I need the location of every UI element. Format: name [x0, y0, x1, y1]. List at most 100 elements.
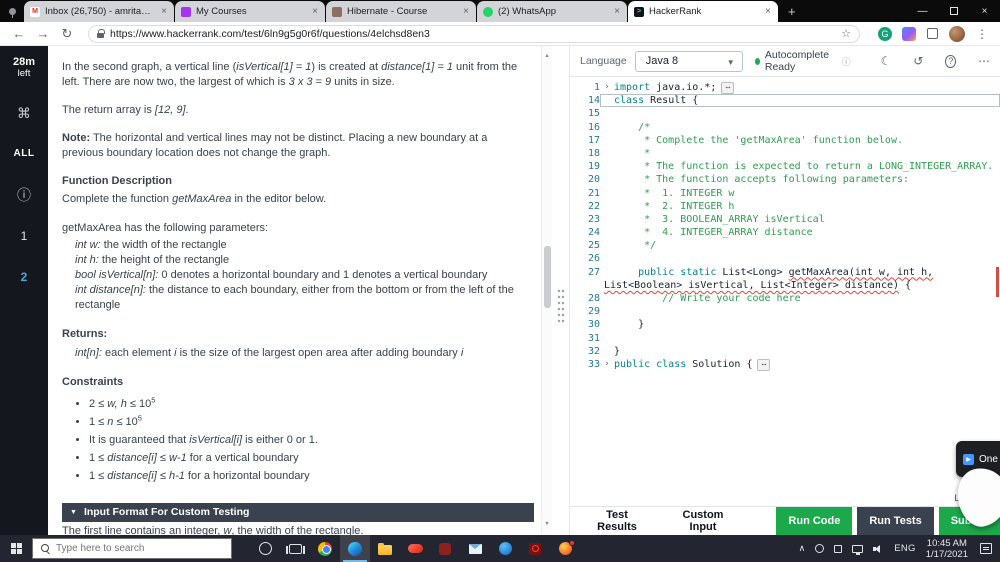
- reset-code-icon[interactable]: ↺: [913, 54, 923, 68]
- scroll-up-icon[interactable]: ▲: [542, 49, 552, 64]
- question-scrollbar[interactable]: ▲ ▼: [541, 46, 552, 535]
- app-orange-taskbar-button[interactable]: [550, 535, 580, 562]
- tab-close-icon[interactable]: ×: [311, 6, 319, 17]
- code-line[interactable]: 24 * 4. INTEGER_ARRAY distance: [570, 226, 1000, 239]
- code-line[interactable]: 32}: [570, 345, 1000, 358]
- code-line[interactable]: 25 */: [570, 239, 1000, 252]
- tray-icon-1[interactable]: [815, 544, 825, 553]
- profile-avatar[interactable]: [949, 25, 965, 42]
- forward-button[interactable]: →: [32, 26, 54, 41]
- info-icon[interactable]: ⓘ: [842, 55, 851, 68]
- browser-tab[interactable]: (2) WhatsApp ×: [477, 1, 627, 22]
- app-red-oval-taskbar-button[interactable]: [400, 535, 430, 562]
- back-button[interactable]: ←: [8, 26, 30, 41]
- browser-tab[interactable]: My Courses ×: [175, 1, 325, 22]
- new-tab-button[interactable]: +: [788, 4, 796, 19]
- code-line[interactable]: 22 * 2. INTEGER h: [570, 200, 1000, 213]
- app-blue-taskbar-button[interactable]: [490, 535, 520, 562]
- close-window-button[interactable]: ×: [969, 0, 1000, 22]
- browser-tab[interactable]: Hibernate - Course ×: [326, 1, 476, 22]
- run-tests-button[interactable]: Run Tests: [857, 507, 934, 535]
- minimize-button[interactable]: —: [907, 0, 938, 22]
- maximize-button[interactable]: [938, 0, 969, 22]
- scroll-down-icon[interactable]: ▼: [542, 517, 552, 532]
- taskbar-clock[interactable]: 10:45 AM 1/17/2021: [926, 538, 968, 560]
- panel-divider[interactable]: [552, 46, 570, 535]
- code-line[interactable]: 20 * The function accepts following para…: [570, 173, 1000, 186]
- tab-close-icon[interactable]: ×: [613, 6, 621, 17]
- search-input[interactable]: [56, 543, 206, 554]
- tab-custom-input[interactable]: Custom Input: [672, 507, 734, 535]
- fold-gutter: [600, 266, 614, 279]
- code-line[interactable]: 28 // Write your code here: [570, 292, 1000, 305]
- code-line[interactable]: 26: [570, 252, 1000, 265]
- tray-expand-icon[interactable]: ∧: [799, 543, 806, 554]
- code-line[interactable]: 15: [570, 107, 1000, 120]
- taskbar-search[interactable]: [32, 538, 232, 559]
- url-text[interactable]: https://www.hackerrank.com/test/6ln9g5g0…: [110, 28, 835, 40]
- action-center-icon[interactable]: [980, 543, 992, 554]
- task-view-taskbar-button[interactable]: [280, 535, 310, 562]
- info-icon[interactable]: ⓘ: [17, 188, 31, 202]
- code-line[interactable]: 16 /*: [570, 121, 1000, 134]
- code-line[interactable]: 33 › public class Solution {⋯: [570, 358, 1000, 371]
- fold-collapsed-icon[interactable]: ›: [600, 358, 614, 371]
- tab-test-results[interactable]: Test Results: [586, 507, 648, 535]
- code-line[interactable]: 21 * 1. INTEGER w: [570, 187, 1000, 200]
- question-2-button[interactable]: 2: [21, 270, 28, 284]
- line-number: 29: [587, 306, 600, 318]
- refresh-button[interactable]: ↻: [56, 26, 78, 42]
- divider-drag-handle[interactable]: [557, 288, 565, 324]
- tray-icon-2[interactable]: [834, 544, 843, 553]
- dark-mode-icon[interactable]: ☾: [881, 54, 892, 68]
- scrollbar-thumb[interactable]: [544, 246, 551, 308]
- code-line[interactable]: 29: [570, 305, 1000, 318]
- bookmark-star-icon[interactable]: ☆: [841, 27, 851, 40]
- help-icon[interactable]: ?: [945, 54, 956, 68]
- code-line[interactable]: 23 * 3. BOOLEAN_ARRAY isVertical: [570, 213, 1000, 226]
- keyboard-shortcuts-icon[interactable]: ⌘: [17, 106, 31, 120]
- code-line[interactable]: 19 * The function is expected to return …: [570, 160, 1000, 173]
- code-line[interactable]: 27 public static List<Long> getMaxArea(i…: [570, 266, 1000, 279]
- acrobat-taskbar-button[interactable]: [520, 535, 550, 562]
- input-format-section-toggle[interactable]: ▼ Input Format For Custom Testing: [62, 503, 534, 522]
- tray-display-icon[interactable]: [852, 544, 864, 555]
- language-select[interactable]: Java 8 ▼: [634, 50, 743, 72]
- volume-icon[interactable]: [873, 544, 884, 554]
- all-questions-button[interactable]: ALL: [14, 147, 35, 161]
- question-1-button[interactable]: 1: [21, 229, 28, 243]
- file-explorer-taskbar-button[interactable]: [370, 535, 400, 562]
- code-line[interactable]: 31: [570, 332, 1000, 345]
- code-line[interactable]: 17 * Complete the 'getMaxArea' function …: [570, 134, 1000, 147]
- browser-menu-icon[interactable]: ⋮: [976, 27, 988, 41]
- code-line[interactable]: List<Boolean> isVertical, List<Integer> …: [570, 279, 1000, 292]
- browser-tab-active[interactable]: > HackerRank ×: [628, 1, 778, 22]
- tab-close-icon[interactable]: ×: [160, 6, 168, 17]
- tab-close-icon[interactable]: ×: [462, 6, 470, 17]
- address-bar[interactable]: https://www.hackerrank.com/test/6ln9g5g0…: [88, 24, 860, 43]
- code-area[interactable]: 1 › import java.io.*; ⋯ 14 class Result {15 16…: [570, 77, 1000, 491]
- browser-tab[interactable]: M Inbox (26,750) - amritagrawal2... ×: [24, 1, 174, 22]
- mail-taskbar-button[interactable]: [460, 535, 490, 562]
- text-segment: getMaxArea: [172, 193, 232, 205]
- start-button[interactable]: [0, 535, 32, 562]
- run-code-button[interactable]: Run Code: [776, 507, 853, 535]
- language-indicator[interactable]: ENG: [894, 543, 916, 554]
- edge-taskbar-button[interactable]: [340, 535, 370, 562]
- grammarly-extension-icon[interactable]: G: [878, 26, 892, 41]
- folded-code-ellipsis[interactable]: ⋯: [721, 81, 735, 94]
- code-line[interactable]: 18 *: [570, 147, 1000, 160]
- code-line[interactable]: 1 › import java.io.*; ⋯: [570, 81, 1000, 94]
- code-line[interactable]: 14 class Result {: [570, 94, 1000, 108]
- cortana-taskbar-button[interactable]: [250, 535, 280, 562]
- tab-close-icon[interactable]: ×: [764, 6, 772, 17]
- app-maroon-taskbar-button[interactable]: [430, 535, 460, 562]
- editor-more-options-icon[interactable]: ⋯: [978, 54, 990, 68]
- extension-icon[interactable]: [902, 26, 916, 41]
- collections-icon[interactable]: [927, 28, 938, 39]
- folded-code-ellipsis[interactable]: ⋯: [757, 358, 771, 371]
- code-line[interactable]: 30 }: [570, 318, 1000, 331]
- pin-icon[interactable]: [9, 8, 16, 18]
- fold-collapsed-icon[interactable]: ›: [600, 81, 614, 94]
- chrome-taskbar-button[interactable]: [310, 535, 340, 562]
